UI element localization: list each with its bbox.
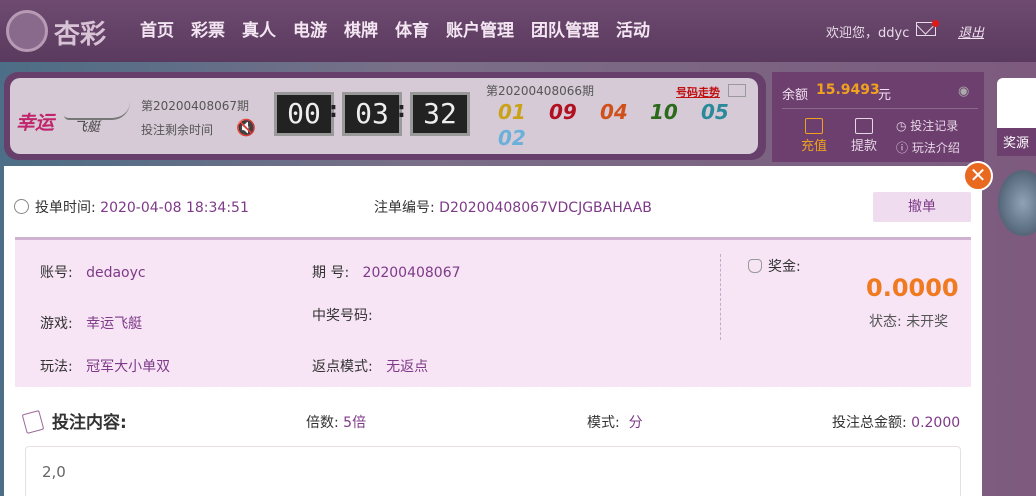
draw-ball: 04 bbox=[600, 100, 628, 124]
order-number: 注单编号: D20200408067VDCJGBAHAAB bbox=[374, 197, 652, 217]
divider bbox=[782, 108, 978, 109]
remaining-time-label: 投注剩余时间 bbox=[141, 123, 214, 137]
prize-amount: 0.0000 bbox=[866, 274, 959, 302]
multiple-value: 5倍 bbox=[343, 415, 367, 431]
balance-value: 15.9493 bbox=[816, 82, 880, 98]
play-label: 玩法: bbox=[40, 359, 73, 375]
account-label: 账号: bbox=[40, 265, 73, 281]
game-logo-main: 幸运 bbox=[16, 112, 55, 134]
countdown-separator: : bbox=[397, 98, 406, 123]
multiple-field: 倍数: 5倍 bbox=[306, 412, 366, 432]
game-logo-sub: 飞艇 bbox=[74, 120, 101, 135]
trend-chart-icon[interactable] bbox=[728, 84, 746, 97]
bet-content-label: 投注内容: bbox=[52, 413, 127, 433]
game-field: 游戏: 幸运飞艇 bbox=[40, 313, 142, 333]
withdraw-button[interactable]: 提款 bbox=[846, 118, 882, 154]
trend-link[interactable]: 号码走势 bbox=[676, 84, 720, 100]
countdown-separator: : bbox=[329, 98, 338, 123]
close-icon[interactable]: ✕ bbox=[963, 161, 993, 191]
account-value: dedaoyc bbox=[86, 265, 146, 281]
nav-promotions[interactable]: 活动 bbox=[616, 16, 650, 41]
balance-unit: 元 bbox=[878, 88, 892, 103]
clock-icon bbox=[14, 199, 29, 214]
balance-label: 余额 bbox=[782, 88, 809, 103]
draw-ball: 09 bbox=[549, 100, 577, 124]
logo-emblem-icon bbox=[6, 10, 48, 52]
countdown-hours: 00 bbox=[274, 92, 334, 136]
multiple-label: 倍数: bbox=[306, 415, 339, 431]
issue-label: 期 号: bbox=[312, 265, 350, 281]
prize-field-label: 奖金: bbox=[748, 256, 801, 276]
logo-text: 杏彩 bbox=[54, 20, 107, 50]
mode-field: 模式: 分 bbox=[587, 412, 643, 432]
win-number-field: 中奖号码: bbox=[312, 305, 377, 325]
nav-account[interactable]: 账户管理 bbox=[446, 16, 514, 41]
order-time-value: 2020-04-08 18:34:51 bbox=[100, 200, 249, 216]
game-value: 幸运飞艇 bbox=[86, 316, 143, 332]
nav-team[interactable]: 团队管理 bbox=[531, 16, 599, 41]
countdown-seconds: 32 bbox=[410, 92, 470, 136]
rebate-value: 无返点 bbox=[386, 359, 429, 375]
mode-value: 分 bbox=[628, 415, 643, 431]
total-amount-label: 投注总金额: bbox=[832, 415, 907, 431]
rebate-label: 返点模式: bbox=[312, 359, 373, 375]
order-time-label: 投单时间: bbox=[35, 200, 96, 216]
recharge-label: 充值 bbox=[800, 139, 827, 154]
hide-balance-eye-icon[interactable]: ◉ bbox=[958, 84, 969, 99]
order-time: 投单时间: 2020-04-08 18:34:51 bbox=[14, 197, 249, 217]
withdraw-label: 提款 bbox=[850, 139, 877, 154]
cancel-order-button[interactable]: 撤单 bbox=[873, 192, 971, 222]
nav-slots[interactable]: 电游 bbox=[293, 16, 327, 41]
nav-cards[interactable]: 棋牌 bbox=[344, 16, 378, 41]
bet-record-link[interactable]: ◷ 投注记录 bbox=[896, 117, 958, 134]
issue-field: 期 号: 20200408067 bbox=[312, 262, 461, 282]
vertical-divider bbox=[720, 254, 721, 340]
game-logo: 幸运 飞艇 bbox=[16, 94, 130, 138]
recharge-button[interactable]: 充值 bbox=[796, 118, 832, 154]
account-panel: 余额 15.9493 元 ◉ 充值 提款 ◷ 投注记录 ⓘ 玩法介绍 bbox=[772, 72, 984, 162]
purse-icon bbox=[855, 118, 873, 134]
main-nav: 首页 彩票 真人 电游 棋牌 体育 账户管理 团队管理 活动 bbox=[140, 16, 667, 41]
bet-record-label: 投注记录 bbox=[910, 119, 959, 133]
nav-sports[interactable]: 体育 bbox=[395, 16, 429, 41]
prize-label: 奖金: bbox=[768, 259, 801, 275]
money-bag-icon bbox=[748, 259, 762, 273]
total-amount-field: 投注总金额: 0.2000 bbox=[832, 412, 960, 432]
how-to-play-label: 玩法介绍 bbox=[911, 141, 960, 155]
bet-content-heading: 投注内容: bbox=[21, 408, 127, 434]
nav-live[interactable]: 真人 bbox=[242, 16, 276, 41]
play-field: 玩法: 冠军大小单双 bbox=[40, 356, 170, 376]
notepad-icon bbox=[21, 410, 45, 434]
rebate-field: 返点模式: 无返点 bbox=[312, 356, 428, 376]
countdown-minutes: 03 bbox=[342, 92, 402, 136]
logout-link[interactable]: 退出 bbox=[958, 22, 984, 41]
draw-ball: 05 bbox=[701, 100, 729, 124]
bet-content-box: 2,0 bbox=[25, 446, 961, 496]
draw-ball: 01 bbox=[498, 100, 526, 124]
mute-speaker-icon[interactable]: 🔇 bbox=[236, 118, 256, 137]
total-amount-value: 0.2000 bbox=[911, 415, 961, 431]
draw-ball: 10 bbox=[650, 100, 678, 124]
issue-value: 20200408067 bbox=[362, 265, 461, 281]
site-logo[interactable]: 杏彩 bbox=[4, 8, 114, 54]
how-to-play-link[interactable]: ⓘ 玩法介绍 bbox=[896, 139, 960, 156]
last-period: 第20200408066期 bbox=[486, 84, 594, 98]
win-number-label: 中奖号码: bbox=[312, 308, 373, 324]
ticket-edge bbox=[15, 383, 971, 391]
draw-status: 状态: 未开奖 bbox=[869, 314, 949, 330]
welcome-text: 欢迎您，ddyc bbox=[826, 26, 910, 41]
mode-label: 模式: bbox=[587, 415, 620, 431]
nav-home[interactable]: 首页 bbox=[140, 16, 174, 41]
account-field: 账号: dedaoyc bbox=[40, 262, 146, 282]
play-value: 冠军大小单双 bbox=[86, 359, 171, 375]
nav-lottery[interactable]: 彩票 bbox=[191, 16, 225, 41]
side-promo-label: 奖源 bbox=[997, 128, 1036, 156]
order-number-value: D20200408067VDCJGBAHAAB bbox=[439, 200, 652, 216]
current-period: 第20200408067期 bbox=[141, 99, 249, 113]
wallet-icon bbox=[805, 118, 823, 134]
game-label: 游戏: bbox=[40, 316, 73, 332]
order-number-label: 注单编号: bbox=[374, 200, 435, 216]
unread-badge bbox=[932, 20, 939, 27]
draw-ball: 02 bbox=[498, 126, 526, 150]
